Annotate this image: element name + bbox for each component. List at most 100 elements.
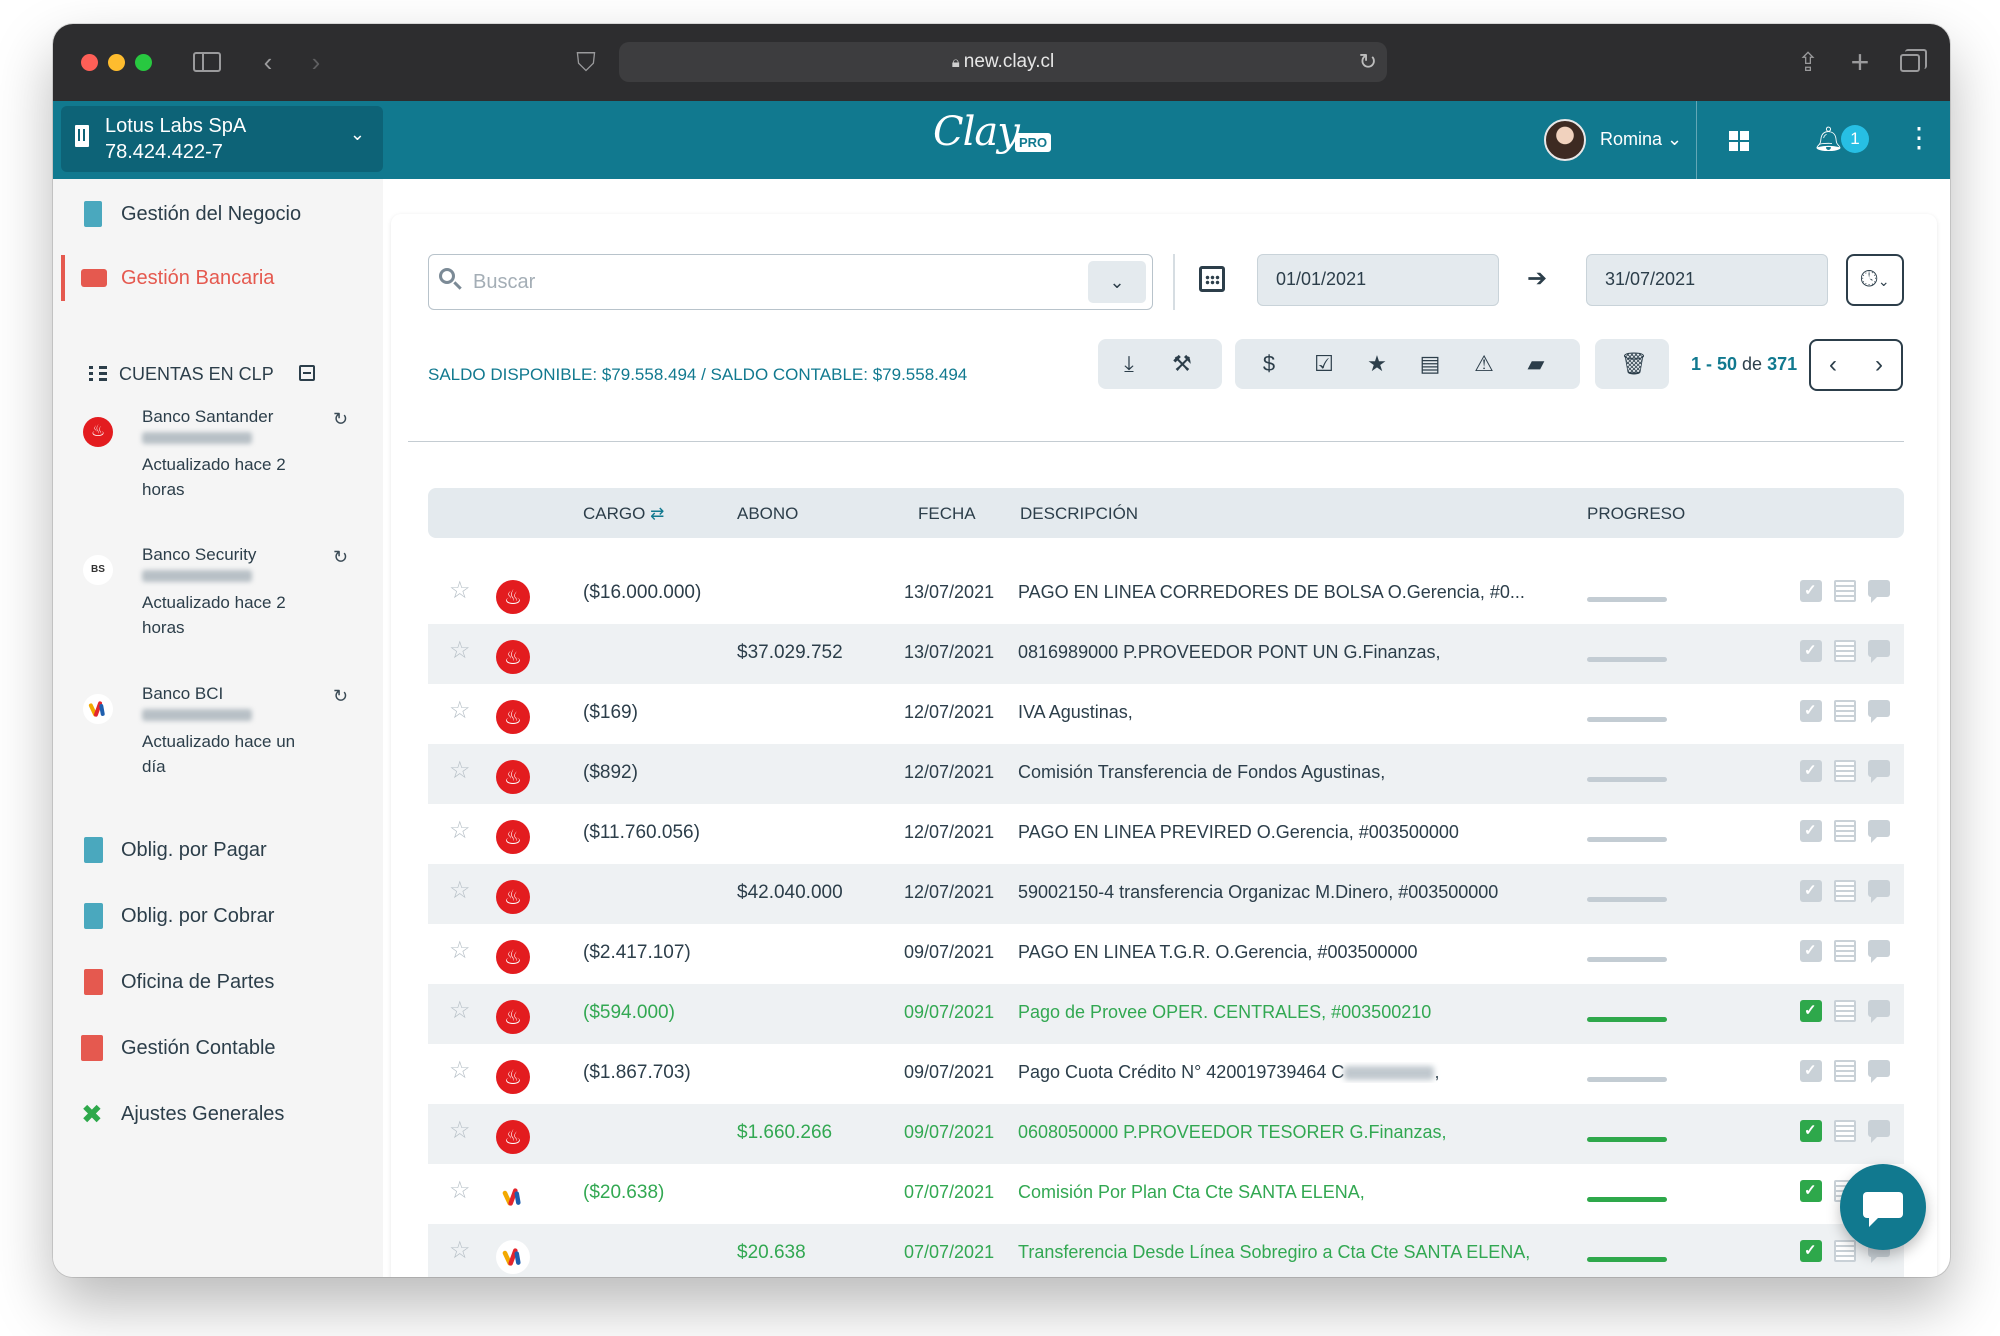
star-icon[interactable]: ☆ [449, 1116, 471, 1145]
dollar-icon[interactable]: $ [1257, 352, 1281, 376]
table-row[interactable]: ☆ ($2.417.107) 09/07/2021 PAGO EN LINEA T.G… [428, 924, 1904, 984]
table-row[interactable]: ☆ ($1.867.703) 09/07/2021 Pago Cuota Crédit… [428, 1044, 1904, 1104]
magic-wand-icon[interactable]: ⚒ [1170, 352, 1194, 376]
sidebar-item-oficina-partes[interactable]: Oficina de Partes [53, 959, 383, 1005]
document-list-icon[interactable] [1834, 1000, 1856, 1022]
new-tab-icon[interactable]: + [1845, 46, 1875, 78]
address-bar[interactable]: 🔒︎ new.clay.cl ↻ [619, 42, 1387, 82]
document-list-icon[interactable] [1834, 580, 1856, 602]
company-selector[interactable]: Lotus Labs SpA 78.424.422-7 ⌄ [61, 106, 383, 172]
comment-icon[interactable] [1868, 820, 1890, 843]
table-row[interactable]: ☆ ($16.000.000) 13/07/2021 PAGO EN LINEA CO… [428, 564, 1904, 624]
document-list-icon[interactable] [1834, 700, 1856, 722]
reconcile-check-icon[interactable] [1800, 1120, 1822, 1142]
table-row[interactable]: ☆ $37.029.752 13/07/2021 0816989000 P.PROVE… [428, 624, 1904, 684]
column-header-descripcion[interactable]: DESCRIPCIÓN [1020, 504, 1138, 524]
table-row[interactable]: ☆ $42.040.000 12/07/2021 59002150-4 transfe… [428, 864, 1904, 924]
clay-logo[interactable]: Clay [933, 109, 1020, 155]
sidebar-toggle-icon[interactable] [193, 46, 223, 78]
forward-icon[interactable]: › [306, 46, 326, 78]
reconcile-check-icon[interactable] [1800, 640, 1822, 662]
star-icon[interactable]: ☆ [449, 876, 471, 905]
sidebar-item-gestion-bancaria[interactable]: Gestión Bancaria [53, 255, 383, 301]
back-icon[interactable]: ‹ [258, 46, 278, 78]
sidebar-item-oblig-cobrar[interactable]: Oblig. por Cobrar [53, 893, 383, 939]
search-box[interactable]: ⌄ [428, 254, 1153, 310]
reconcile-check-icon[interactable] [1800, 1060, 1822, 1082]
shield-icon[interactable]: ⛉ [573, 46, 599, 78]
table-row[interactable]: ☆ $1.660.266 09/07/2021 0608050000 P.PROVEE… [428, 1104, 1904, 1164]
reconcile-check-icon[interactable] [1800, 1000, 1822, 1022]
column-header-progreso[interactable]: PROGRESO [1587, 504, 1685, 524]
notification-count-badge[interactable]: 1 [1841, 125, 1869, 153]
star-icon[interactable]: ☆ [449, 1176, 471, 1205]
star-icon[interactable]: ☆ [449, 1236, 471, 1265]
comment-icon[interactable] [1868, 1120, 1890, 1143]
sidebar-item-gestion-contable[interactable]: Gestión Contable [53, 1025, 383, 1071]
search-input[interactable] [473, 267, 1053, 297]
user-avatar[interactable] [1544, 119, 1586, 161]
chat-support-button[interactable] [1840, 1164, 1926, 1250]
comment-icon[interactable] [1868, 1060, 1890, 1083]
star-icon[interactable]: ☆ [449, 1056, 471, 1085]
next-page-icon[interactable]: › [1859, 351, 1899, 379]
column-header-abono[interactable]: ABONO [737, 504, 798, 524]
column-header-fecha[interactable]: FECHA [918, 504, 976, 524]
sidebar-item-gestion-negocio[interactable]: Gestión del Negocio [53, 191, 383, 237]
document-list-icon[interactable] [1834, 640, 1856, 662]
date-presets-button[interactable]: 🕓︎⌄ [1846, 254, 1904, 306]
zoom-window-button[interactable] [135, 54, 152, 71]
table-row[interactable]: ☆ $20.638 07/07/2021 Transferencia Desde Lí… [428, 1224, 1904, 1277]
table-row[interactable]: ☆ ($892) 12/07/2021 Comisión Transferencia … [428, 744, 1904, 804]
document-list-icon[interactable] [1834, 820, 1856, 842]
bank-account-bci[interactable]: Banco BCI Actualizado hace un día ↻ [53, 676, 383, 796]
sync-icon[interactable]: ↻ [333, 686, 348, 707]
comment-icon[interactable] [1868, 640, 1890, 663]
delete-list-icon[interactable]: 🗑︎ [1620, 352, 1648, 376]
comment-icon[interactable] [1868, 700, 1890, 723]
star-icon[interactable]: ☆ [449, 996, 471, 1025]
sync-icon[interactable]: ↻ [333, 409, 348, 430]
document-list-icon[interactable] [1834, 1120, 1856, 1142]
collapse-icon[interactable] [299, 365, 315, 381]
user-menu[interactable]: Romina ⌄ [1600, 129, 1682, 150]
star-icon[interactable]: ☆ [449, 696, 471, 725]
star-icon[interactable]: ★ [1365, 352, 1389, 376]
date-to-field[interactable]: 31/07/2021 [1586, 254, 1828, 306]
warning-icon[interactable]: ⚠ [1472, 352, 1496, 376]
star-icon[interactable]: ☆ [449, 936, 471, 965]
sidebar-item-ajustes-generales[interactable]: ✖ Ajustes Generales [53, 1091, 383, 1137]
bank-account-security[interactable]: BS Banco Security Actualizado hace 2 hor… [53, 537, 383, 657]
sort-icon[interactable]: ⇄ [650, 504, 664, 523]
document-list-icon[interactable] [1834, 940, 1856, 962]
tab-overview-icon[interactable] [1896, 46, 1927, 78]
comment-icon[interactable] [1868, 1000, 1890, 1023]
date-from-field[interactable]: 01/01/2021 [1257, 254, 1499, 306]
share-icon[interactable]: ⇪ [1793, 46, 1823, 78]
reconcile-check-icon[interactable] [1800, 820, 1822, 842]
download-icon[interactable]: ⤓ [1117, 352, 1141, 376]
apps-grid-icon[interactable] [1729, 131, 1749, 151]
sync-icon[interactable]: ↻ [333, 547, 348, 568]
table-row[interactable]: ☆ ($20.638) 07/07/2021 Comisión Por Plan Ct… [428, 1164, 1904, 1224]
reconcile-check-icon[interactable] [1800, 880, 1822, 902]
comment-icon[interactable]: ▰ [1524, 352, 1548, 376]
close-window-button[interactable] [81, 54, 98, 71]
calendar-icon[interactable] [1199, 266, 1225, 292]
reconcile-check-icon[interactable] [1800, 760, 1822, 782]
document-list-icon[interactable]: ▤ [1418, 352, 1442, 376]
document-list-icon[interactable] [1834, 760, 1856, 782]
table-row[interactable]: ☆ ($11.760.056) 12/07/2021 PAGO EN LINEA PR… [428, 804, 1904, 864]
reconcile-check-icon[interactable] [1800, 940, 1822, 962]
reconcile-check-icon[interactable] [1800, 580, 1822, 602]
reconcile-check-icon[interactable] [1800, 1180, 1822, 1202]
comment-icon[interactable] [1868, 880, 1890, 903]
document-list-icon[interactable] [1834, 880, 1856, 902]
table-row[interactable]: ☆ ($594.000) 09/07/2021 Pago de Provee OPER… [428, 984, 1904, 1044]
star-icon[interactable]: ☆ [449, 816, 471, 845]
document-list-icon[interactable] [1834, 1240, 1856, 1262]
column-header-cargo[interactable]: CARGO ⇄ [583, 504, 664, 524]
star-icon[interactable]: ☆ [449, 756, 471, 785]
comment-icon[interactable] [1868, 940, 1890, 963]
table-row[interactable]: ☆ ($169) 12/07/2021 IVA Agustinas, [428, 684, 1904, 744]
